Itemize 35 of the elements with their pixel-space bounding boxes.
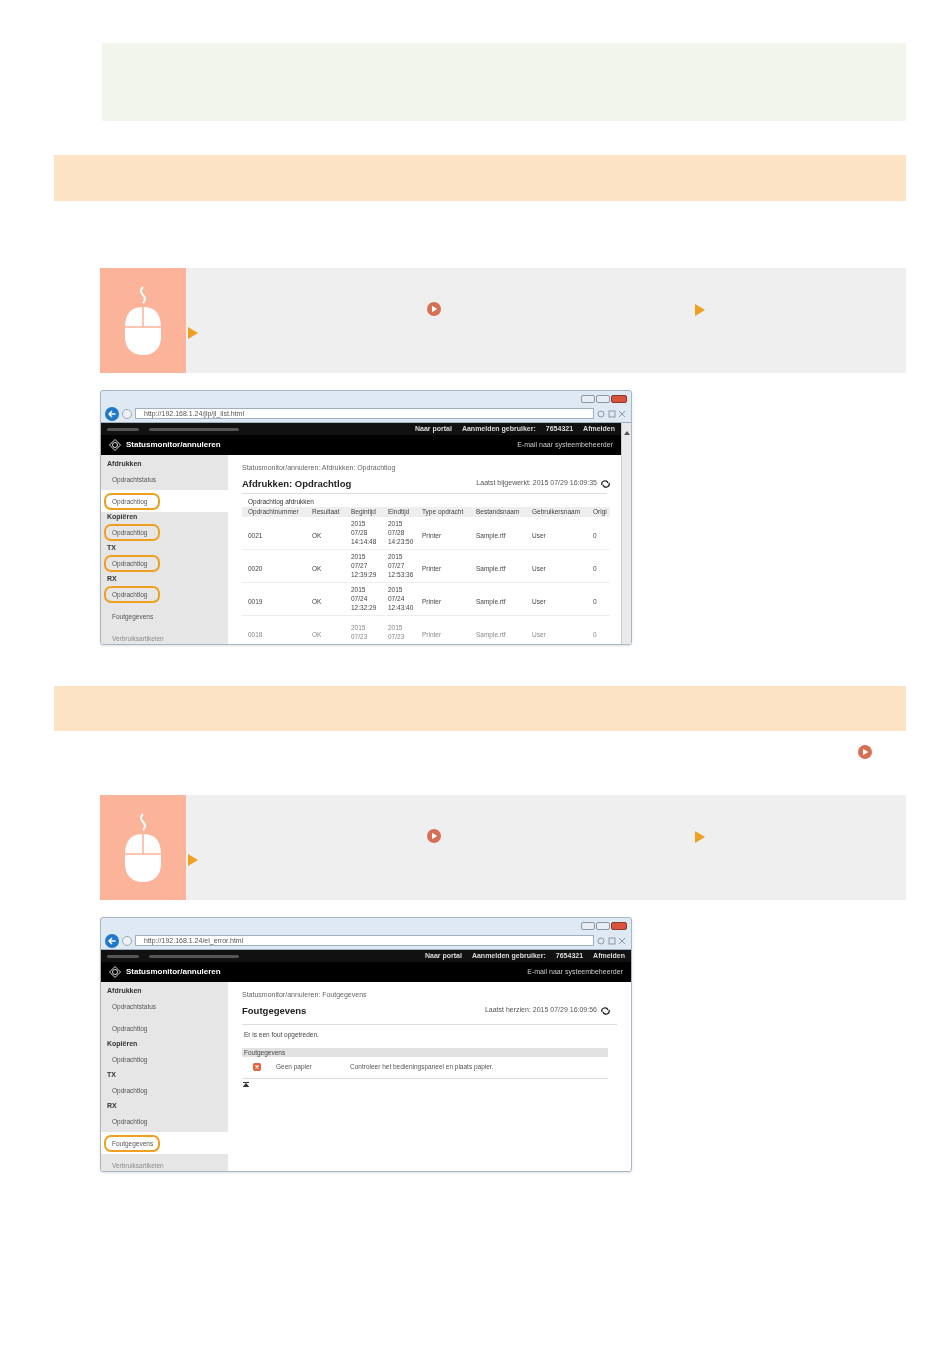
back-arrow-icon [108,936,116,945]
back-arrow-icon [108,409,116,418]
link-icon [858,745,872,759]
scrollbar[interactable] [621,423,631,644]
maximize-button[interactable] [596,922,610,930]
arrow-icon [695,304,705,316]
refresh-icon[interactable] [601,479,610,488]
blurred-text [107,427,139,431]
maximize-button[interactable] [596,395,610,403]
back-button[interactable] [105,933,119,948]
app-title: Statusmonitor/annuleren [126,439,221,451]
minimize-button[interactable] [581,395,595,403]
link-icon [427,829,441,843]
close-button[interactable] [611,922,627,930]
scroll-up-icon[interactable] [623,431,630,435]
error-icon [253,1063,261,1071]
blurred-text [107,954,139,958]
app-title: Statusmonitor/annuleren [126,966,221,978]
logo-icon [109,439,121,451]
arrow-icon [188,327,198,339]
page-title: Afdrukken: Opdrachtlog [242,476,352,491]
mouse-icon [123,811,163,884]
link-icon [427,302,441,316]
refresh-icon[interactable] [601,1006,610,1015]
arrow-icon [188,854,198,866]
logo-icon [109,966,121,978]
toolbar-icons [597,936,627,945]
toolbar-icons [597,409,627,418]
minimize-button[interactable] [581,922,595,930]
scroll-top-icon [243,1081,249,1087]
back-button[interactable] [105,406,119,421]
arrow-icon [695,831,705,843]
close-button[interactable] [611,395,627,403]
page-title: Foutgegevens [242,1003,307,1018]
mouse-icon [123,284,163,357]
